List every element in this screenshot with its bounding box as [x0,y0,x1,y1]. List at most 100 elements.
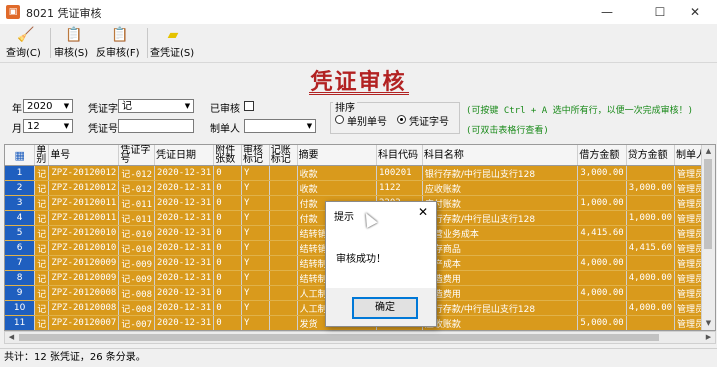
title-underline [309,92,409,93]
table-cell: 0 [213,300,242,316]
close-window-button[interactable]: ✕ [673,0,717,24]
table-header: ▦ 单别 单号 凭证字号 凭证日期 附件张数 审核标记 记账标记 摘要 科目代码… [5,145,715,166]
col-header[interactable]: 科目名称 [422,145,579,166]
table-cell: ZPZ-20120009 [48,270,120,286]
vertical-scrollbar[interactable]: ▲ ▼ [701,145,715,330]
row-number: 1 [5,165,36,181]
table-cell: Y [241,315,270,330]
maker-select[interactable]: ▼ [244,119,316,133]
col-header[interactable]: 凭证字号 [118,145,156,166]
table-cell: 2020-12-31 [154,195,215,211]
table-cell: 记 [34,210,50,226]
sort-by-order-radio[interactable] [335,115,344,124]
table-cell: 记 [34,225,50,241]
ok-button[interactable]: 确定 [352,297,418,319]
table-cell: ZPZ-20120011 [48,210,120,226]
minimize-button[interactable]: — [585,0,629,24]
table-cell [626,195,676,211]
table-row[interactable]: 1 记 ZPZ-20120012 记-012 2020-12-31 0 Y 收款 100201 银… [5,165,715,181]
table-cell: 2020-12-31 [154,300,215,316]
table-cell: Y [241,195,270,211]
unaudit-button[interactable]: 📋 反审核(F) [96,26,144,60]
table-cell: Y [241,285,270,301]
table-cell: 2020-12-31 [154,315,215,330]
sort-by-voucher-radio[interactable] [397,115,406,124]
table-cell [577,210,627,226]
table-cell [269,180,298,196]
table-cell: 1122 [376,180,423,196]
scroll-up-icon[interactable]: ▲ [702,145,715,158]
table-cell: 收款 [297,180,378,196]
row-number: 8 [5,270,36,286]
table-cell: 记-010 [118,240,156,256]
hint-select-all: (可按键 Ctrl + A 选中所有行，以便一次完成审核！) [466,106,694,116]
table-cell [577,270,627,286]
table-cell [269,270,298,286]
row-number: 6 [5,240,36,256]
table-cell: 0 [213,270,242,286]
table-cell [269,165,298,181]
table-cell: 记 [34,195,50,211]
query-button[interactable]: 🧹 查询(C) [6,26,46,60]
row-number: 2 [5,180,36,196]
table-cell: 主营业务成本 [422,225,579,241]
row-number: 5 [5,225,36,241]
scroll-left-icon[interactable]: ◀ [5,332,18,343]
table-cell: ZPZ-20120009 [48,255,120,271]
table-cell: 2020-12-31 [154,210,215,226]
status-bar: 共计：12 张凭证，26 条分录。 [0,348,717,367]
horizontal-scrollbar[interactable]: ◀ ▶ [4,331,716,344]
col-header[interactable]: 单别 [34,145,50,166]
table-cell: 2020-12-31 [154,270,215,286]
scroll-down-icon[interactable]: ▼ [702,317,715,330]
app-icon: ▣ [6,5,20,19]
col-header[interactable]: 审核标记 [241,145,270,166]
grid-corner-icon[interactable]: ▦ [5,145,36,166]
col-header[interactable]: 贷方金额 [626,145,676,166]
table-cell: 应收账款 [422,180,579,196]
table-cell [577,300,627,316]
table-cell: 记-011 [118,210,156,226]
voucher-no-input[interactable] [118,119,194,133]
col-header[interactable]: 附件张数 [213,145,242,166]
month-select[interactable]: 12 ▼ [23,119,73,133]
col-header[interactable]: 科目代码 [376,145,423,166]
col-header[interactable]: 单号 [48,145,120,166]
table-cell: Y [241,210,270,226]
col-header[interactable]: 记账标记 [269,145,298,166]
scroll-thumb[interactable] [19,334,659,341]
scroll-thumb[interactable] [704,159,712,249]
col-header[interactable]: 摘要 [297,145,378,166]
table-cell [269,240,298,256]
table-cell: ZPZ-20120008 [48,300,120,316]
col-header[interactable]: 借方金额 [577,145,627,166]
table-row[interactable]: 2 记 ZPZ-20120012 记-012 2020-12-31 0 Y 收款 1122 应收账… [5,180,715,196]
table-cell: Y [241,165,270,181]
table-cell: 记 [34,315,50,330]
audited-checkbox[interactable] [244,101,254,111]
audit-button[interactable]: 📋 审核(S) [54,26,94,60]
table-cell: 应收账款 [422,315,579,330]
chevron-down-icon: ▼ [184,102,191,110]
table-cell: ZPZ-20120008 [48,285,120,301]
dialog-close-button[interactable]: ✕ [418,205,428,219]
table-cell: Y [241,255,270,271]
chevron-down-icon: ▼ [306,122,313,130]
audited-label: 已审核 [210,104,240,115]
table-cell [269,195,298,211]
table-cell: 记 [34,300,50,316]
dialog-title: 提示 [334,212,354,223]
view-voucher-button[interactable]: ▰ 查凭证(S) [150,26,196,60]
voucher-word-select[interactable]: 记 ▼ [118,99,194,113]
title-bar: ▣ 8021 凭证审核 — ☐ ✕ [0,0,717,24]
row-number: 4 [5,210,36,226]
month-label: 月 [12,124,22,135]
table-cell: ZPZ-20120012 [48,180,120,196]
table-cell [269,300,298,316]
table-cell: 3,000.00 [626,180,676,196]
sort-by-voucher-label: 凭证字号 [409,117,449,128]
col-header[interactable]: 凭证日期 [154,145,215,166]
year-select[interactable]: 2020 ▼ [23,99,73,113]
table-cell: 2020-12-31 [154,165,215,181]
scroll-right-icon[interactable]: ▶ [702,332,715,343]
